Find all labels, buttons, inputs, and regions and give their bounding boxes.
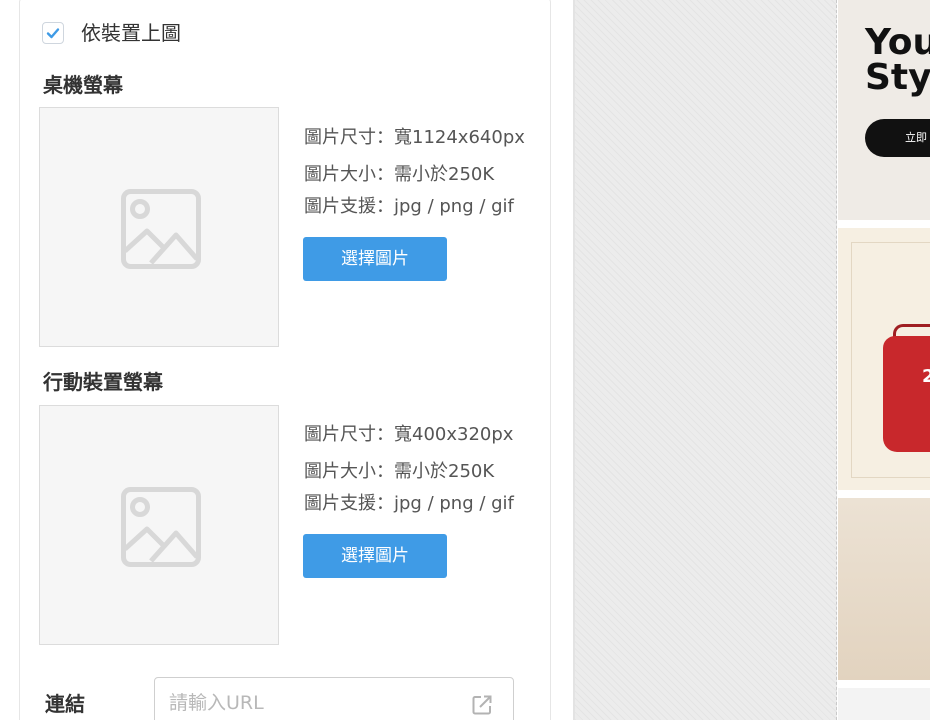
- link-label: 連結: [45, 692, 85, 716]
- mobile-filesize-spec: 圖片大小：需小於250K: [304, 461, 495, 482]
- image-placeholder-icon: [121, 487, 201, 567]
- hero-text-line-1: You: [865, 22, 930, 63]
- page-preview: You Styl 立即 2: [838, 0, 930, 720]
- product-bag-image: [883, 336, 930, 452]
- mobile-size-spec: 圖片尺寸：寬400x320px: [304, 424, 514, 445]
- image-placeholder-icon: [121, 189, 201, 269]
- desktop-section-title: 桌機螢幕: [43, 73, 123, 97]
- mobile-section-title: 行動裝置螢幕: [43, 370, 163, 394]
- desktop-choose-image-button[interactable]: 選擇圖片: [303, 237, 447, 281]
- mobile-choose-image-button[interactable]: 選擇圖片: [303, 534, 447, 578]
- desktop-format-spec: 圖片支援：jpg / png / gif: [304, 196, 514, 217]
- mobile-image-placeholder[interactable]: [39, 405, 279, 645]
- by-device-checkbox-label[interactable]: 依裝置上圖: [81, 19, 181, 47]
- preview-hero-banner[interactable]: You Styl 立即: [838, 0, 930, 220]
- hero-text-line-2: Styl: [865, 57, 930, 98]
- url-field[interactable]: [154, 677, 514, 720]
- mobile-format-spec: 圖片支援：jpg / png / gif: [304, 493, 514, 514]
- url-input[interactable]: [169, 688, 459, 718]
- desktop-image-placeholder[interactable]: [39, 107, 279, 347]
- product-badge: 2: [922, 366, 930, 387]
- desktop-size-spec: 圖片尺寸：寬1124x640px: [304, 127, 525, 148]
- preview-bottom-banner[interactable]: [838, 688, 930, 720]
- by-device-checkbox[interactable]: [42, 22, 64, 44]
- preview-product-banner[interactable]: 2: [838, 228, 930, 490]
- desktop-filesize-spec: 圖片大小：需小於250K: [304, 164, 495, 185]
- preview-lower-banner[interactable]: [838, 498, 930, 680]
- preview-canvas-background: [575, 0, 837, 720]
- preview-edge: [836, 0, 837, 720]
- checkmark-icon: [46, 28, 60, 39]
- hero-cta-button[interactable]: 立即: [865, 119, 930, 157]
- external-link-icon[interactable]: [471, 694, 493, 716]
- editor-area: 依裝置上圖 桌機螢幕 圖片尺寸：寬1124x640px 圖片大小：需小於250K…: [0, 0, 573, 720]
